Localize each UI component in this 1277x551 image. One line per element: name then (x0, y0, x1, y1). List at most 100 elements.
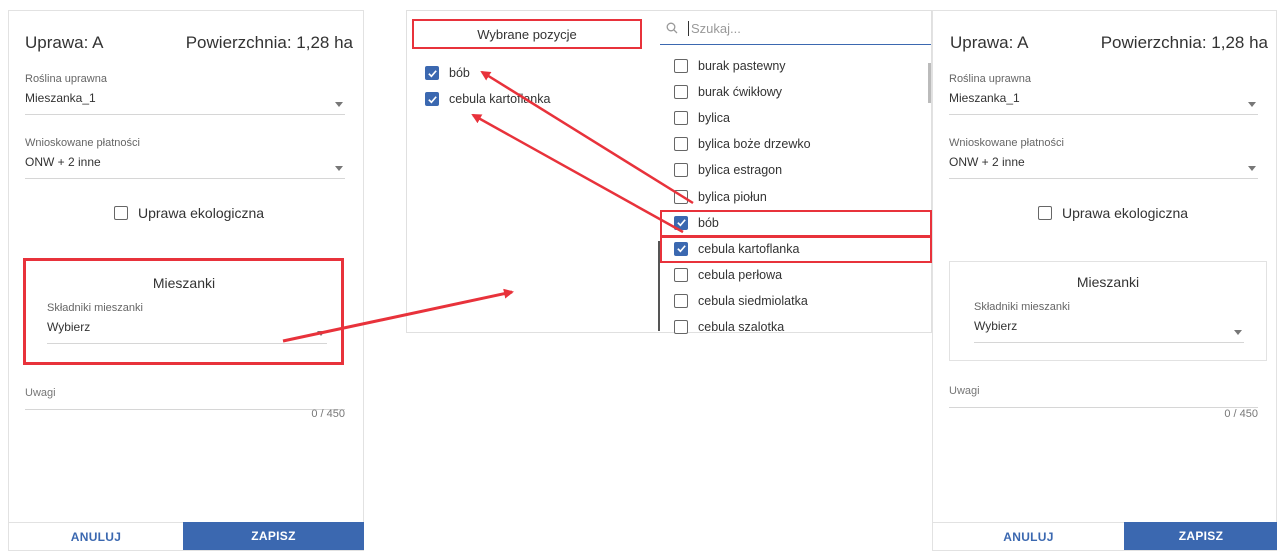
checkbox[interactable] (674, 163, 688, 178)
selected-item-label: bób (449, 66, 470, 80)
mix-components-select[interactable]: Składniki mieszanki Wybierz (974, 301, 1244, 343)
chevron-down-icon (1248, 102, 1256, 107)
eco-checkbox[interactable] (1038, 206, 1052, 220)
field-underline (25, 409, 345, 410)
selected-items-header: Wybrane pozycje (412, 19, 642, 49)
option-item[interactable]: bylica estragon (674, 163, 783, 178)
option-item[interactable]: cebula szalotka (674, 320, 784, 334)
payments-select-value: ONW + 2 inne (25, 155, 101, 169)
option-item[interactable]: burak ćwikłowy (674, 85, 783, 100)
search-icon (666, 22, 678, 34)
search-placeholder: Szukaj... (691, 21, 741, 36)
option-label: cebula siedmiolatka (698, 293, 808, 308)
chevron-down-icon (1248, 166, 1256, 171)
option-label: burak ćwikłowy (698, 85, 783, 100)
plant-select-label: Roślina uprawna (25, 73, 107, 85)
option-label: bób (698, 215, 719, 230)
option-item[interactable]: cebula perłowa (674, 267, 783, 282)
form-header: Uprawa: A Powierzchnia: 1,28 ha (25, 33, 353, 53)
checkbox-checked-icon[interactable] (425, 92, 439, 106)
field-underline (949, 407, 1258, 408)
option-label: bylica piołun (698, 189, 767, 204)
eco-checkbox[interactable] (114, 206, 128, 220)
checkbox[interactable] (674, 320, 688, 334)
option-label: bylica (698, 111, 730, 126)
checkbox[interactable] (674, 189, 688, 204)
selected-item[interactable]: cebula kartoflanka (425, 92, 550, 106)
cancel-button[interactable]: ANULUJ (933, 522, 1124, 550)
payments-select-value: ONW + 2 inne (949, 155, 1025, 169)
crop-title: Uprawa: A (25, 33, 104, 52)
notes-counter: 0 / 450 (311, 408, 345, 420)
field-underline (949, 114, 1258, 115)
eco-checkbox-row[interactable]: Uprawa ekologiczna (1038, 205, 1188, 221)
text-cursor (688, 21, 689, 36)
chevron-down-icon (335, 102, 343, 107)
mix-components-picker: Wybrane pozycje bób cebula kartoflanka S… (406, 10, 932, 334)
chevron-down-icon (335, 166, 343, 171)
field-underline (25, 178, 345, 179)
checkbox[interactable] (674, 59, 688, 73)
plant-select-label: Roślina uprawna (949, 73, 1031, 85)
field-underline (25, 114, 345, 115)
option-label: bylica estragon (698, 163, 783, 178)
notes-label: Uwagi (949, 385, 980, 397)
plant-select[interactable]: Roślina uprawna Mieszanka_1 (25, 73, 345, 115)
selected-items-pane: Wybrane pozycje bób cebula kartoflanka (407, 11, 659, 332)
checkbox[interactable] (674, 267, 688, 282)
plant-select[interactable]: Roślina uprawna Mieszanka_1 (949, 73, 1258, 115)
option-item[interactable]: bylica piołun (674, 189, 767, 204)
checkbox-checked-icon[interactable] (674, 215, 688, 230)
option-label: burak pastewny (698, 59, 786, 73)
option-item[interactable]: bylica (674, 111, 730, 126)
eco-label: Uprawa ekologiczna (1062, 205, 1189, 221)
notes-label: Uwagi (25, 387, 56, 399)
area-label: Powierzchnia: 1,28 ha (185, 33, 353, 52)
crop-title: Uprawa: A (950, 33, 1029, 52)
checkbox[interactable] (674, 293, 688, 308)
checkbox[interactable] (674, 137, 688, 152)
options-pane: Szukaj... burak pastewny burak ćwikłowy by… (660, 11, 932, 334)
option-item[interactable]: burak pastewny (674, 59, 786, 73)
option-item[interactable]: cebula siedmiolatka (674, 293, 808, 308)
scrollbar[interactable] (928, 63, 931, 103)
field-underline (974, 342, 1244, 343)
payments-select[interactable]: Wnioskowane płatności ONW + 2 inne (949, 137, 1258, 179)
save-button[interactable]: ZAPISZ (183, 522, 364, 550)
eco-label: Uprawa ekologiczna (138, 205, 265, 221)
form-header: Uprawa: A Powierzchnia: 1,28 ha (950, 33, 1268, 53)
option-label: cebula szalotka (698, 320, 785, 334)
payments-select[interactable]: Wnioskowane płatności ONW + 2 inne (25, 137, 345, 179)
checkbox-checked-icon[interactable] (674, 241, 688, 256)
save-button[interactable]: ZAPISZ (1124, 522, 1277, 550)
option-item[interactable]: bób (674, 215, 719, 230)
selected-item-label: cebula kartoflanka (449, 92, 551, 106)
option-label: cebula kartoflanka (698, 241, 800, 256)
checkbox[interactable] (674, 111, 688, 126)
payments-select-label: Wnioskowane płatności (949, 137, 1064, 149)
highlight-frame (23, 258, 344, 365)
option-item[interactable]: bylica boże drzewko (674, 137, 811, 152)
payments-select-label: Wnioskowane płatności (25, 137, 140, 149)
checkbox[interactable] (674, 85, 688, 100)
area-label: Powierzchnia: 1,28 ha (1100, 33, 1268, 52)
option-item[interactable]: cebula kartoflanka (674, 241, 800, 256)
option-label: cebula perłowa (698, 267, 783, 282)
option-label: bylica boże drzewko (698, 137, 811, 152)
notes-counter: 0 / 450 (1224, 408, 1258, 420)
field-underline (949, 178, 1258, 179)
checkbox-checked-icon[interactable] (425, 66, 439, 80)
right-crop-form: Uprawa: A Powierzchnia: 1,28 ha Roślina … (932, 10, 1277, 551)
selected-item[interactable]: bób (425, 66, 470, 80)
notes-field[interactable]: Uwagi (25, 387, 345, 411)
search-input[interactable]: Szukaj... (660, 11, 931, 45)
plant-select-value: Mieszanka_1 (25, 91, 96, 105)
plant-select-value: Mieszanka_1 (949, 91, 1020, 105)
chevron-down-icon (1234, 330, 1242, 335)
notes-field[interactable]: Uwagi (949, 385, 1258, 409)
cancel-button[interactable]: ANULUJ (9, 522, 183, 550)
mix-section: Mieszanki Składniki mieszanki Wybierz (949, 261, 1267, 361)
eco-checkbox-row[interactable]: Uprawa ekologiczna (114, 205, 264, 221)
mix-components-value: Wybierz (974, 319, 1018, 333)
mix-components-label: Składniki mieszanki (974, 301, 1070, 313)
